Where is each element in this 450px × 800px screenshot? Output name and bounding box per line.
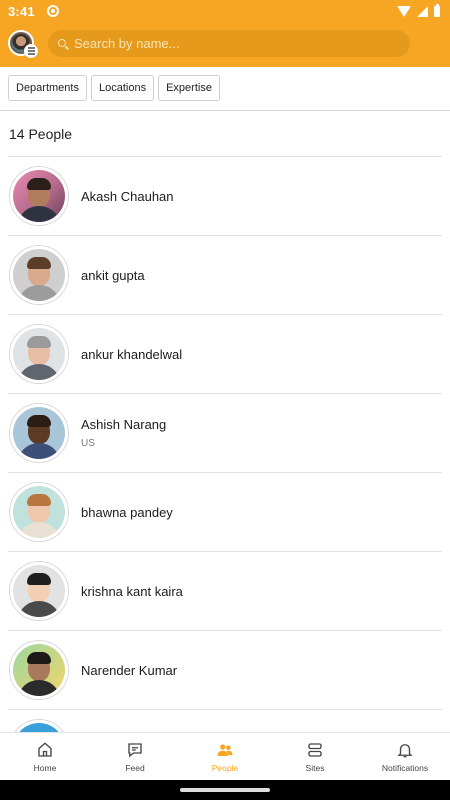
filter-expertise-button[interactable]: Expertise bbox=[158, 75, 220, 101]
system-nav-bar bbox=[0, 780, 450, 800]
profile-avatar-button[interactable] bbox=[8, 30, 38, 58]
nav-label: People bbox=[211, 762, 239, 773]
search-input[interactable] bbox=[74, 35, 410, 51]
battery-icon bbox=[434, 3, 440, 17]
nav-feed[interactable]: Feed bbox=[90, 733, 180, 780]
nav-label: Notifications bbox=[381, 762, 429, 773]
nav-home[interactable]: Home bbox=[0, 733, 90, 780]
status-bar: 3:41 bbox=[0, 0, 450, 22]
person-row[interactable]: Narender Kumar bbox=[8, 630, 442, 709]
person-name: Narender Kumar bbox=[81, 662, 178, 678]
person-name: krishna kant kaira bbox=[81, 583, 183, 599]
avatar bbox=[10, 246, 68, 304]
chat-icon bbox=[128, 742, 142, 757]
avatar bbox=[10, 325, 68, 383]
person-name: ankit gupta bbox=[81, 267, 145, 283]
bell-icon bbox=[397, 743, 413, 757]
notification-dot-icon bbox=[46, 5, 59, 17]
wifi-icon bbox=[397, 5, 411, 17]
home-gesture-handle[interactable] bbox=[180, 788, 270, 792]
person-name: Akash Chauhan bbox=[81, 188, 174, 204]
home-icon bbox=[38, 741, 52, 757]
person-name: Ashish Narang bbox=[81, 417, 167, 432]
person-name: ankur khandelwal bbox=[81, 346, 183, 362]
filter-locations-button[interactable]: Locations bbox=[90, 75, 155, 101]
avatar bbox=[10, 562, 68, 620]
avatar bbox=[10, 641, 68, 699]
nav-label: Home bbox=[33, 762, 57, 773]
person-row[interactable]: krishna kant kaira bbox=[8, 551, 442, 630]
search-icon bbox=[58, 39, 66, 47]
people-count: 14 People bbox=[9, 126, 73, 142]
avatar bbox=[10, 483, 68, 541]
sites-icon bbox=[308, 742, 322, 757]
menu-icon bbox=[24, 44, 38, 58]
avatar bbox=[10, 404, 68, 462]
nav-label: Feed bbox=[125, 762, 145, 773]
avatar bbox=[10, 167, 68, 225]
nav-notifications[interactable]: Notifications bbox=[360, 733, 450, 780]
people-list: Akash Chauhan ankit gupta ankur khandelw… bbox=[8, 156, 442, 788]
bottom-nav: Home Feed People Sites Notifications bbox=[0, 732, 450, 780]
nav-label: Sites bbox=[305, 762, 325, 773]
app-header: 3:41 bbox=[0, 0, 450, 67]
filter-departments-button[interactable]: Departments bbox=[8, 75, 87, 101]
filter-bar: Departments Locations Expertise bbox=[8, 75, 220, 101]
person-row[interactable]: ankit gupta bbox=[8, 235, 442, 314]
person-name: bhawna pandey bbox=[81, 504, 173, 520]
person-row[interactable]: Ashish Narang US bbox=[8, 393, 442, 472]
person-row[interactable]: Akash Chauhan bbox=[8, 156, 442, 235]
nav-sites[interactable]: Sites bbox=[270, 733, 360, 780]
person-row[interactable]: ankur khandelwal bbox=[8, 314, 442, 393]
person-location: US bbox=[81, 438, 95, 449]
signal-icon bbox=[417, 5, 428, 17]
divider bbox=[0, 110, 450, 111]
search-bar[interactable] bbox=[48, 29, 410, 57]
people-icon bbox=[217, 743, 233, 756]
status-time: 3:41 bbox=[8, 3, 35, 19]
nav-people[interactable]: People bbox=[180, 733, 270, 780]
person-row[interactable]: bhawna pandey bbox=[8, 472, 442, 551]
